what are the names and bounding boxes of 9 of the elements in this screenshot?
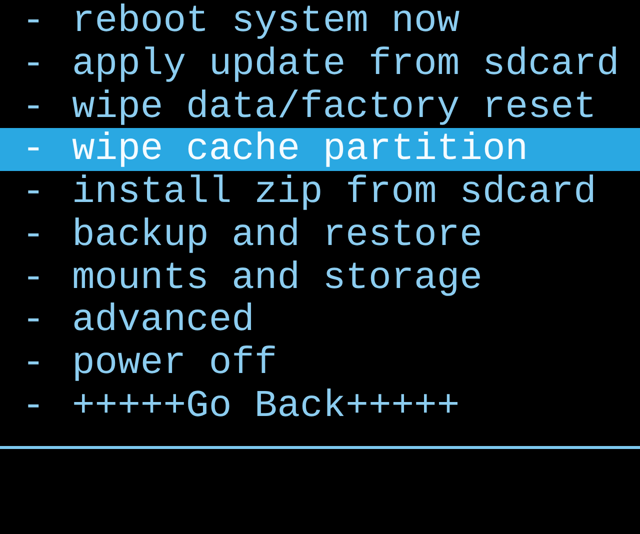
menu-item[interactable]: - install zip from sdcard — [0, 171, 640, 214]
menu-item[interactable]: - wipe data/factory reset — [0, 86, 640, 128]
menu-item[interactable]: - backup and restore — [0, 214, 640, 257]
menu-item[interactable]: - +++++Go Back+++++ — [0, 385, 640, 428]
menu-item[interactable]: - advanced — [0, 300, 640, 342]
menu-item[interactable]: - apply update from sdcard — [0, 42, 640, 86]
menu-item[interactable]: - reboot system now — [0, 0, 640, 43]
menu-item[interactable]: - mounts and storage — [0, 256, 640, 300]
menu-item[interactable]: - power off — [0, 342, 640, 386]
